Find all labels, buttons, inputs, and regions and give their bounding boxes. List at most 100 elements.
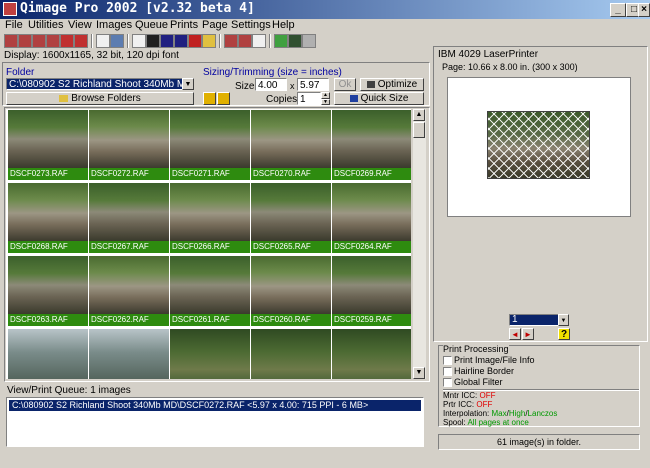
thumbnail-image[interactable] [8,329,88,379]
thumbnail[interactable]: DSCF0263.RAF [8,256,88,326]
close-button[interactable]: × [638,3,650,17]
menu-view[interactable]: View [68,19,92,31]
hairline-border-checkbox[interactable] [443,367,452,376]
thumbnail[interactable] [170,329,250,379]
thumbnail[interactable]: DSCF0271.RAF [170,110,250,180]
print-selected-icon[interactable] [32,34,46,48]
printer-icon[interactable] [224,34,238,48]
thumbnail-image[interactable] [170,183,250,241]
menu-images[interactable]: Images [96,19,132,31]
menu-file[interactable]: File [5,19,23,31]
page-icon[interactable] [96,34,110,48]
thumbnail-image[interactable] [332,110,411,168]
height-input[interactable]: 5.97 [297,78,329,91]
interpolation-row[interactable]: Interpolation: Max/High/Lanczos [443,409,557,418]
preview-image[interactable] [487,111,590,179]
single-view-icon[interactable] [146,34,160,48]
interp-max[interactable]: Max [492,409,507,418]
prtr-icc-row[interactable]: Prtr ICC: OFF [443,400,492,409]
width-input[interactable]: 4.00 [255,78,287,91]
minimize-button[interactable]: _ [610,3,626,17]
optimize-button[interactable]: Optimize [360,78,424,91]
copies-down-button[interactable]: ▼ [321,99,330,105]
scanner-icon[interactable] [302,34,316,48]
thumbnail[interactable]: DSCF0268.RAF [8,183,88,253]
page-dropdown-button[interactable]: ▼ [558,314,569,326]
color-icon[interactable] [202,34,216,48]
copy-icon[interactable] [74,34,88,48]
film-icon[interactable] [288,34,302,48]
queue-item[interactable]: C:\080902 S2 Richland Shoot 340Mb MD\DSC… [9,400,421,411]
filmstrip-icon[interactable] [174,34,188,48]
menu-settings[interactable]: Settings [231,19,271,31]
scroll-thumb[interactable] [413,122,425,138]
thumbnail[interactable]: DSCF0270.RAF [251,110,331,180]
thumbnail-image[interactable] [89,183,169,241]
ok-button[interactable]: Ok [334,78,356,91]
menu-page[interactable]: Page [202,19,228,31]
prtr-icc-value[interactable]: OFF [476,400,492,409]
thumbnail[interactable] [8,329,88,379]
thumbnail[interactable]: DSCF0260.RAF [251,256,331,326]
scroll-up-arrow[interactable]: ▲ [413,109,425,121]
thumbnail-image[interactable] [170,329,250,379]
thumbnail-image[interactable] [89,110,169,168]
global-filter-checkbox[interactable] [443,378,452,387]
flag-icon[interactable] [188,34,202,48]
next-page-arrow[interactable]: ► [522,328,534,340]
thumbnail[interactable]: DSCF0264.RAF [332,183,411,253]
thumbnail[interactable]: DSCF0272.RAF [89,110,169,180]
lock-icon[interactable] [203,92,216,105]
print-queue-icon[interactable] [18,34,32,48]
thumbnail-image[interactable] [89,256,169,314]
thumbnail-image[interactable] [8,110,88,168]
scroll-down-arrow[interactable]: ▼ [413,367,425,379]
menu-prints[interactable]: Prints [170,19,198,31]
thumbnail-image[interactable] [8,183,88,241]
monitor-icon[interactable] [160,34,174,48]
mntr-icc-row[interactable]: Mntr ICC: OFF [443,391,495,400]
folder-path-select[interactable]: C:\080902 S2 Richland Shoot 340Mb MD [6,78,194,90]
folder-dropdown-button[interactable]: ▼ [182,78,194,90]
thumbnail[interactable] [332,329,411,379]
layout-icon[interactable] [110,34,124,48]
menu-queue[interactable]: Queue [135,19,168,31]
thumbnail[interactable]: DSCF0273.RAF [8,110,88,180]
thumbnail[interactable]: DSCF0269.RAF [332,110,411,180]
mntr-icc-value[interactable]: OFF [479,391,495,400]
print-info-checkbox[interactable] [443,356,452,365]
thumbnail-image[interactable] [251,183,331,241]
copies-input[interactable]: 1 [297,92,321,105]
spool-row[interactable]: Spool: All pages at once [443,418,529,427]
spool-value[interactable]: All pages at once [467,418,528,427]
thumbnail-image[interactable] [89,329,169,379]
queue-list[interactable]: C:\080902 S2 Richland Shoot 340Mb MD\DSC… [6,397,424,447]
thumbnail[interactable]: DSCF0266.RAF [170,183,250,253]
copies-up-button[interactable]: ▲ [321,92,330,99]
menu-utilities[interactable]: Utilities [28,19,63,31]
help-icon[interactable]: ? [558,328,570,340]
preview-icon[interactable] [252,34,266,48]
interp-high[interactable]: High [509,409,525,418]
thumbnail[interactable]: DSCF0267.RAF [89,183,169,253]
grid-icon[interactable] [132,34,146,48]
thumbnail[interactable] [89,329,169,379]
menu-help[interactable]: Help [272,19,295,31]
browse-folders-button[interactable]: Browse Folders [6,92,194,105]
thumbnail-image[interactable] [251,110,331,168]
thumbnail[interactable]: DSCF0262.RAF [89,256,169,326]
thumbnail-image[interactable] [251,256,331,314]
thumbnail-image[interactable] [170,256,250,314]
camera-icon[interactable] [274,34,288,48]
thumbnail[interactable]: DSCF0261.RAF [170,256,250,326]
thumbnail-image[interactable] [8,256,88,314]
print-icon[interactable] [4,34,18,48]
page-preview[interactable] [447,77,631,217]
thumbnail[interactable]: DSCF0259.RAF [332,256,411,326]
quick-size-button[interactable]: Quick Size [334,92,424,105]
thumbnail-image[interactable] [170,110,250,168]
thumbnail-scrollbar[interactable]: ▲ ▼ [413,109,426,379]
rotate-icon[interactable] [217,92,230,105]
thumbnail-image[interactable] [251,329,331,379]
print-all-icon[interactable] [46,34,60,48]
